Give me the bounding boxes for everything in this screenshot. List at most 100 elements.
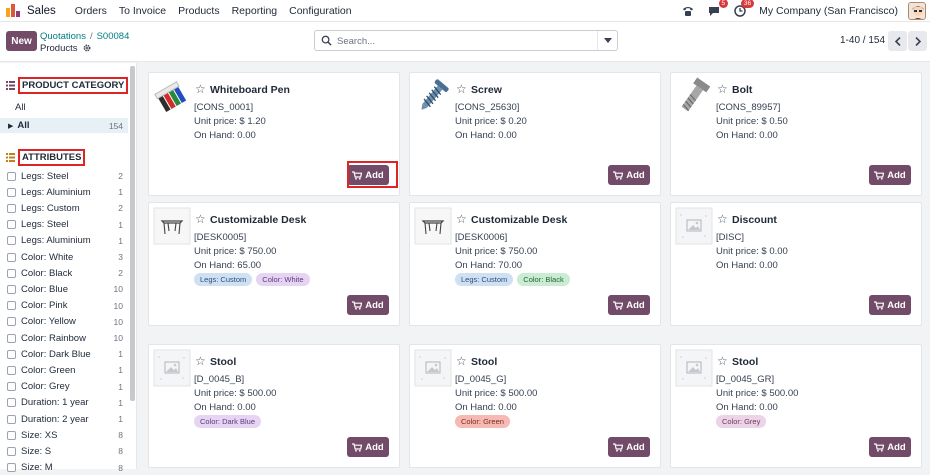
search-box[interactable]: Search...: [314, 30, 618, 51]
attribute-filter-row[interactable]: Color: Grey 1: [0, 380, 128, 394]
attribute-checkbox[interactable]: [7, 463, 16, 473]
attribute-count: 1: [118, 381, 123, 392]
attribute-filter-row[interactable]: Legs: Aluminium 1: [0, 234, 128, 248]
favorite-star-icon[interactable]: ☆: [717, 83, 728, 95]
attribute-checkbox[interactable]: [7, 414, 16, 424]
favorite-star-icon[interactable]: ☆: [456, 355, 467, 367]
attribute-filter-row[interactable]: Size: M 8: [0, 461, 128, 475]
breadcrumb-order[interactable]: S00084: [97, 31, 130, 42]
attribute-filter-row[interactable]: Color: Black 2: [0, 266, 128, 280]
attribute-filter-row[interactable]: Size: S 8: [0, 444, 128, 458]
add-to-order-button[interactable]: Add: [347, 437, 389, 457]
search-input[interactable]: Search...: [337, 36, 375, 47]
favorite-star-icon[interactable]: ☆: [195, 83, 206, 95]
attribute-filter-row[interactable]: Color: Blue 10: [0, 282, 128, 296]
messages-icon[interactable]: 5: [707, 0, 729, 18]
attribute-checkbox[interactable]: [7, 236, 16, 246]
breadcrumb-quotations[interactable]: Quotations: [40, 31, 86, 42]
attribute-filter-row[interactable]: Duration: 1 year 1: [0, 396, 128, 410]
favorite-star-icon[interactable]: ☆: [195, 213, 206, 225]
attribute-count: 2: [118, 171, 123, 181]
add-to-order-button[interactable]: Add: [347, 295, 389, 315]
attribute-filter-row[interactable]: Legs: Aluminium 1: [0, 185, 128, 199]
attribute-checkbox[interactable]: [7, 333, 16, 343]
menu-configuration[interactable]: Configuration: [289, 5, 351, 17]
pager-next-button[interactable]: [908, 31, 927, 51]
attribute-checkbox[interactable]: [7, 252, 16, 262]
category-item-all[interactable]: ▶ All 154: [0, 118, 128, 133]
attribute-checkbox[interactable]: [7, 349, 16, 359]
attribute-filter-row[interactable]: Color: White 3: [0, 250, 128, 264]
pager-value[interactable]: 1-40 / 154: [840, 35, 885, 46]
app-name[interactable]: Sales: [27, 5, 56, 17]
menu-products[interactable]: Products: [178, 5, 219, 17]
favorite-star-icon[interactable]: ☆: [456, 83, 467, 95]
product-card[interactable]: ☆ Customizable Desk [DESK0005] Unit price: …: [148, 202, 400, 326]
attribute-checkbox[interactable]: [7, 398, 16, 408]
product-card[interactable]: ☆ Customizable Desk [DESK0006] Unit price: …: [409, 202, 661, 326]
attribute-count: 10: [113, 300, 123, 311]
favorite-star-icon[interactable]: ☆: [717, 213, 728, 225]
search-options-toggle[interactable]: [597, 31, 617, 50]
attribute-checkbox[interactable]: [7, 284, 16, 294]
attribute-tag: Color: Green: [455, 415, 510, 428]
favorite-star-icon[interactable]: ☆: [456, 213, 467, 225]
sidebar-scrollbar[interactable]: [130, 66, 135, 401]
attribute-checkbox[interactable]: [7, 365, 16, 375]
attribute-checkbox[interactable]: [7, 301, 16, 311]
product-card[interactable]: ☆ Bolt [CONS_89957] Unit price: $ 0.50 On Ha…: [670, 72, 922, 196]
product-card[interactable]: ☆ Stool [D_0045_B] Unit price: $ 500.00 On H…: [148, 344, 400, 468]
product-card[interactable]: ☆ Stool [D_0045_G] Unit price: $ 500.00 On H…: [409, 344, 661, 468]
product-card[interactable]: ☆ Discount [DISC] Unit price: $ 0.00 On Hand…: [670, 202, 922, 326]
pager-previous-button[interactable]: [888, 31, 907, 51]
attribute-filter-row[interactable]: Legs: Custom 2: [0, 201, 128, 215]
menu-reporting[interactable]: Reporting: [232, 5, 278, 17]
placeholder-image-icon: [414, 349, 452, 387]
attribute-checkbox[interactable]: [7, 187, 16, 197]
attribute-filter-row[interactable]: Color: Pink 10: [0, 299, 128, 313]
attribute-filter-row[interactable]: Color: Dark Blue 1: [0, 347, 128, 361]
attribute-filter-row[interactable]: Size: XS 8: [0, 428, 128, 442]
attribute-label: Color: Pink: [21, 300, 68, 312]
activity-badge: 36: [740, 0, 755, 8]
attribute-checkbox[interactable]: [7, 430, 16, 440]
user-avatar[interactable]: [908, 2, 926, 20]
menu-orders[interactable]: Orders: [75, 5, 107, 17]
attribute-label: Legs: Custom: [21, 202, 80, 214]
attribute-checkbox[interactable]: [7, 382, 16, 392]
add-to-order-button[interactable]: Add: [869, 295, 911, 315]
attribute-checkbox[interactable]: [7, 446, 16, 456]
menu-to-invoice[interactable]: To Invoice: [119, 5, 166, 17]
new-button[interactable]: New: [6, 31, 37, 51]
attribute-filter-row[interactable]: Color: Green 1: [0, 363, 128, 377]
cart-icon: [352, 442, 363, 452]
sales-app-icon[interactable]: [5, 3, 21, 19]
attribute-checkbox[interactable]: [7, 268, 16, 278]
attribute-filter-row[interactable]: Duration: 2 year 1: [0, 412, 128, 426]
attribute-filter-row[interactable]: Color: Yellow 10: [0, 315, 128, 329]
company-switcher[interactable]: My Company (San Francisco): [759, 5, 898, 17]
add-to-order-button[interactable]: Add: [608, 165, 650, 185]
product-reference: [CONS_0001]: [194, 102, 254, 113]
add-to-order-button[interactable]: Add: [608, 295, 650, 315]
product-card[interactable]: ☆ Stool [D_0045_GR] Unit price: $ 500.00 On …: [670, 344, 922, 468]
attribute-checkbox[interactable]: [7, 171, 16, 181]
attribute-label: Color: Yellow: [21, 316, 76, 328]
phone-icon[interactable]: [681, 4, 695, 18]
attribute-filter-row[interactable]: Legs: Steel 1: [0, 218, 128, 232]
attribute-filter-row[interactable]: Color: Rainbow 10: [0, 331, 128, 345]
attribute-filter-row[interactable]: Legs: Steel 2: [0, 169, 128, 183]
add-to-order-button[interactable]: Add: [869, 437, 911, 457]
add-to-order-button[interactable]: Add: [869, 165, 911, 185]
category-all-heading[interactable]: All: [0, 100, 128, 114]
product-category-header: PRODUCT CATEGORY: [6, 77, 129, 94]
add-to-order-button[interactable]: Add: [608, 437, 650, 457]
attribute-checkbox[interactable]: [7, 220, 16, 230]
favorite-star-icon[interactable]: ☆: [717, 355, 728, 367]
activity-clock-icon[interactable]: 36: [733, 0, 755, 18]
favorite-star-icon[interactable]: ☆: [195, 355, 206, 367]
gear-icon[interactable]: [83, 44, 91, 52]
product-card[interactable]: ☆ Screw [CONS_25630] Unit price: $ 0.20 On H…: [409, 72, 661, 196]
attribute-checkbox[interactable]: [7, 317, 16, 327]
attribute-checkbox[interactable]: [7, 203, 16, 213]
